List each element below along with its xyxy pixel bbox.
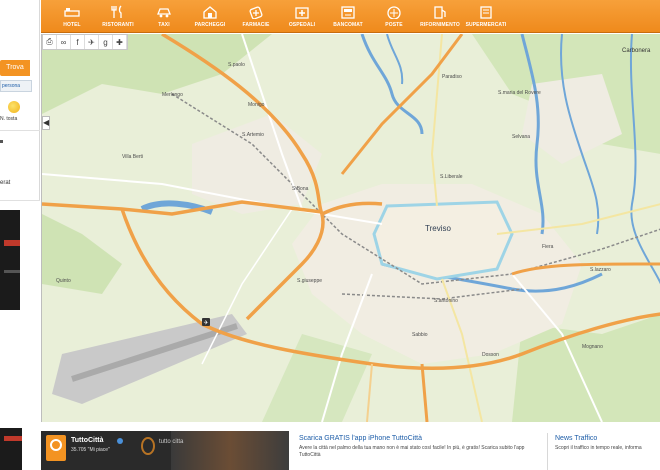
iphone-promo-text: Avere la città nel palmo della tua mano … — [299, 445, 525, 458]
nav-item-label: POSTE — [385, 22, 403, 28]
nav-item-poste[interactable]: POSTE — [371, 0, 417, 33]
weather-sun-icon — [8, 101, 20, 113]
map-label-fiera: Fiera — [542, 244, 554, 250]
nav-item-supermercati[interactable]: SUPERMERCATI — [463, 0, 509, 33]
cutlery-icon — [110, 5, 126, 19]
map-label-s-lazzaro: S.lazzaro — [590, 267, 611, 273]
map-label-mognano: Mognano — [582, 344, 603, 350]
map-toolbar: ⎙ ∞ f ✈ g ✚ — [42, 34, 128, 50]
link-icon[interactable]: ∞ — [57, 35, 71, 49]
map-label-monigo: Monigo — [248, 102, 265, 108]
map-label-treviso: Treviso — [425, 224, 451, 233]
fb-page-name[interactable]: TuttoCittà — [71, 437, 104, 444]
side-text: erat — [0, 180, 11, 186]
nav-item-label: RIFORNIMENTO — [420, 22, 460, 28]
atm-icon — [340, 5, 356, 19]
taxi-icon — [156, 5, 172, 19]
twitter-icon[interactable]: ✈ — [85, 35, 99, 49]
facebook-page-card[interactable]: TuttoCittà 35.705 "Mi piace" tutto citta — [41, 431, 289, 470]
fb-likes-count: 35.705 "Mi piace" — [71, 447, 110, 453]
cart-icon — [478, 5, 494, 19]
fuel-icon — [432, 5, 448, 19]
map-label-dosson: Dosson — [482, 352, 499, 358]
divider — [547, 433, 548, 470]
map-pin-icon — [50, 439, 62, 451]
facebook-icon[interactable]: f — [71, 35, 85, 49]
ad-stripe — [4, 436, 22, 441]
zoom-icon[interactable]: ✚ — [113, 35, 127, 49]
hospital-icon — [294, 5, 310, 19]
map-label-s-antonino: S.antonino — [434, 298, 458, 304]
verified-icon — [117, 438, 123, 444]
nav-item-ospedali[interactable]: OSPEDALI — [279, 0, 325, 33]
iphone-app-promo: Scarica GRATIS l'app iPhone TuttoCittà A… — [299, 435, 545, 459]
footer: TuttoCittà 35.705 "Mi piace" tutto citta… — [41, 423, 660, 470]
search-button[interactable]: Trova — [0, 60, 30, 76]
map-canvas[interactable]: ✈ — [42, 34, 660, 422]
nav-item-hotel[interactable]: HOTEL — [49, 0, 95, 33]
left-panel: Trova persona N. tosta erat — [0, 0, 40, 470]
bullet-icon — [0, 140, 3, 143]
nav-item-label: FARMACIE — [242, 22, 270, 28]
side-ad-banner-bottom[interactable] — [0, 428, 22, 470]
map-label-s-liberale: S.Liberale — [440, 174, 463, 180]
map-label-s-maria-rovere: S.maria del Rovere — [498, 90, 541, 96]
divider — [0, 200, 40, 201]
parking-icon — [202, 5, 218, 19]
map-label-s-paolo: S.paolo — [228, 62, 245, 68]
nav-item-ristoranti[interactable]: RISTORANTI — [95, 0, 141, 33]
map-view[interactable]: ✈ ⎙ ∞ f ✈ g ✚ ◀ Treviso S.paolo Paradiso Merl… — [41, 34, 660, 422]
bed-icon — [64, 5, 80, 19]
iphone-promo-title[interactable]: Scarica GRATIS l'app iPhone TuttoCittà — [299, 435, 545, 442]
nav-item-rifornimento[interactable]: RIFORNIMENTO — [417, 0, 463, 33]
map-label-carbonera: Carbonera — [622, 48, 651, 54]
side-ad-banner[interactable] — [0, 210, 20, 310]
map-label-sabbio: Sabbio — [412, 332, 428, 338]
map-label-villa-berti: Villa Berti — [122, 154, 144, 160]
nav-item-bancomat[interactable]: BANCOMAT — [325, 0, 371, 33]
nav-item-label: RISTORANTI — [102, 22, 134, 28]
cover-image — [171, 431, 289, 470]
map-label-s-bona: S.Bona — [292, 186, 309, 192]
ad-stripe — [4, 270, 20, 273]
divider — [0, 130, 40, 131]
map-label-merlengo: Merlengo — [162, 92, 183, 98]
nav-item-farmacie[interactable]: FARMACIE — [233, 0, 279, 33]
map-label-paradiso: Paradiso — [442, 74, 462, 80]
nav-item-label: OSPEDALI — [288, 22, 316, 28]
nav-item-label: HOTEL — [63, 22, 81, 28]
person-search-link[interactable]: persona — [0, 80, 32, 92]
nav-item-label: PARCHEGGI — [194, 22, 226, 28]
nav-item-taxi[interactable]: TAXI — [141, 0, 187, 33]
nav-item-label: BANCOMAT — [333, 22, 363, 28]
map-label-selvana: Selvana — [512, 134, 531, 140]
panel-divider — [39, 0, 40, 200]
svg-text:✈: ✈ — [204, 320, 209, 327]
category-nav: HOTEL RISTORANTI TAXI PARCHEGGI FARMACIE OSPE… — [41, 0, 660, 33]
ad-stripe — [4, 240, 20, 246]
pharmacy-icon — [248, 5, 264, 20]
traffic-news: News Traffico Scopri il traffico in temp… — [555, 435, 660, 452]
print-icon[interactable]: ⎙ — [43, 35, 57, 49]
weather-label: N. tosta — [0, 116, 18, 122]
page: Trova persona N. tosta erat HOTEL RISTORA… — [0, 0, 660, 470]
map-label-s-artemio: S.Artemio — [242, 132, 264, 138]
nav-item-parcheggi[interactable]: PARCHEGGI — [187, 0, 233, 33]
pin-watermark-icon — [141, 437, 155, 455]
google-icon[interactable]: g — [99, 35, 113, 49]
nav-item-label: TAXI — [158, 22, 170, 28]
nav-item-label: SUPERMERCATI — [465, 22, 507, 28]
traffic-news-text: Scopri il traffico in tempo reale, infor… — [555, 445, 642, 451]
post-icon — [386, 5, 402, 20]
fb-overlay-text: tutto citta — [159, 439, 184, 445]
map-label-quinto: Quinto — [56, 278, 71, 284]
collapse-panel-button[interactable]: ◀ — [42, 116, 50, 130]
traffic-news-title[interactable]: News Traffico — [555, 435, 660, 442]
map-label-s-giuseppe: S.giuseppe — [297, 278, 323, 284]
